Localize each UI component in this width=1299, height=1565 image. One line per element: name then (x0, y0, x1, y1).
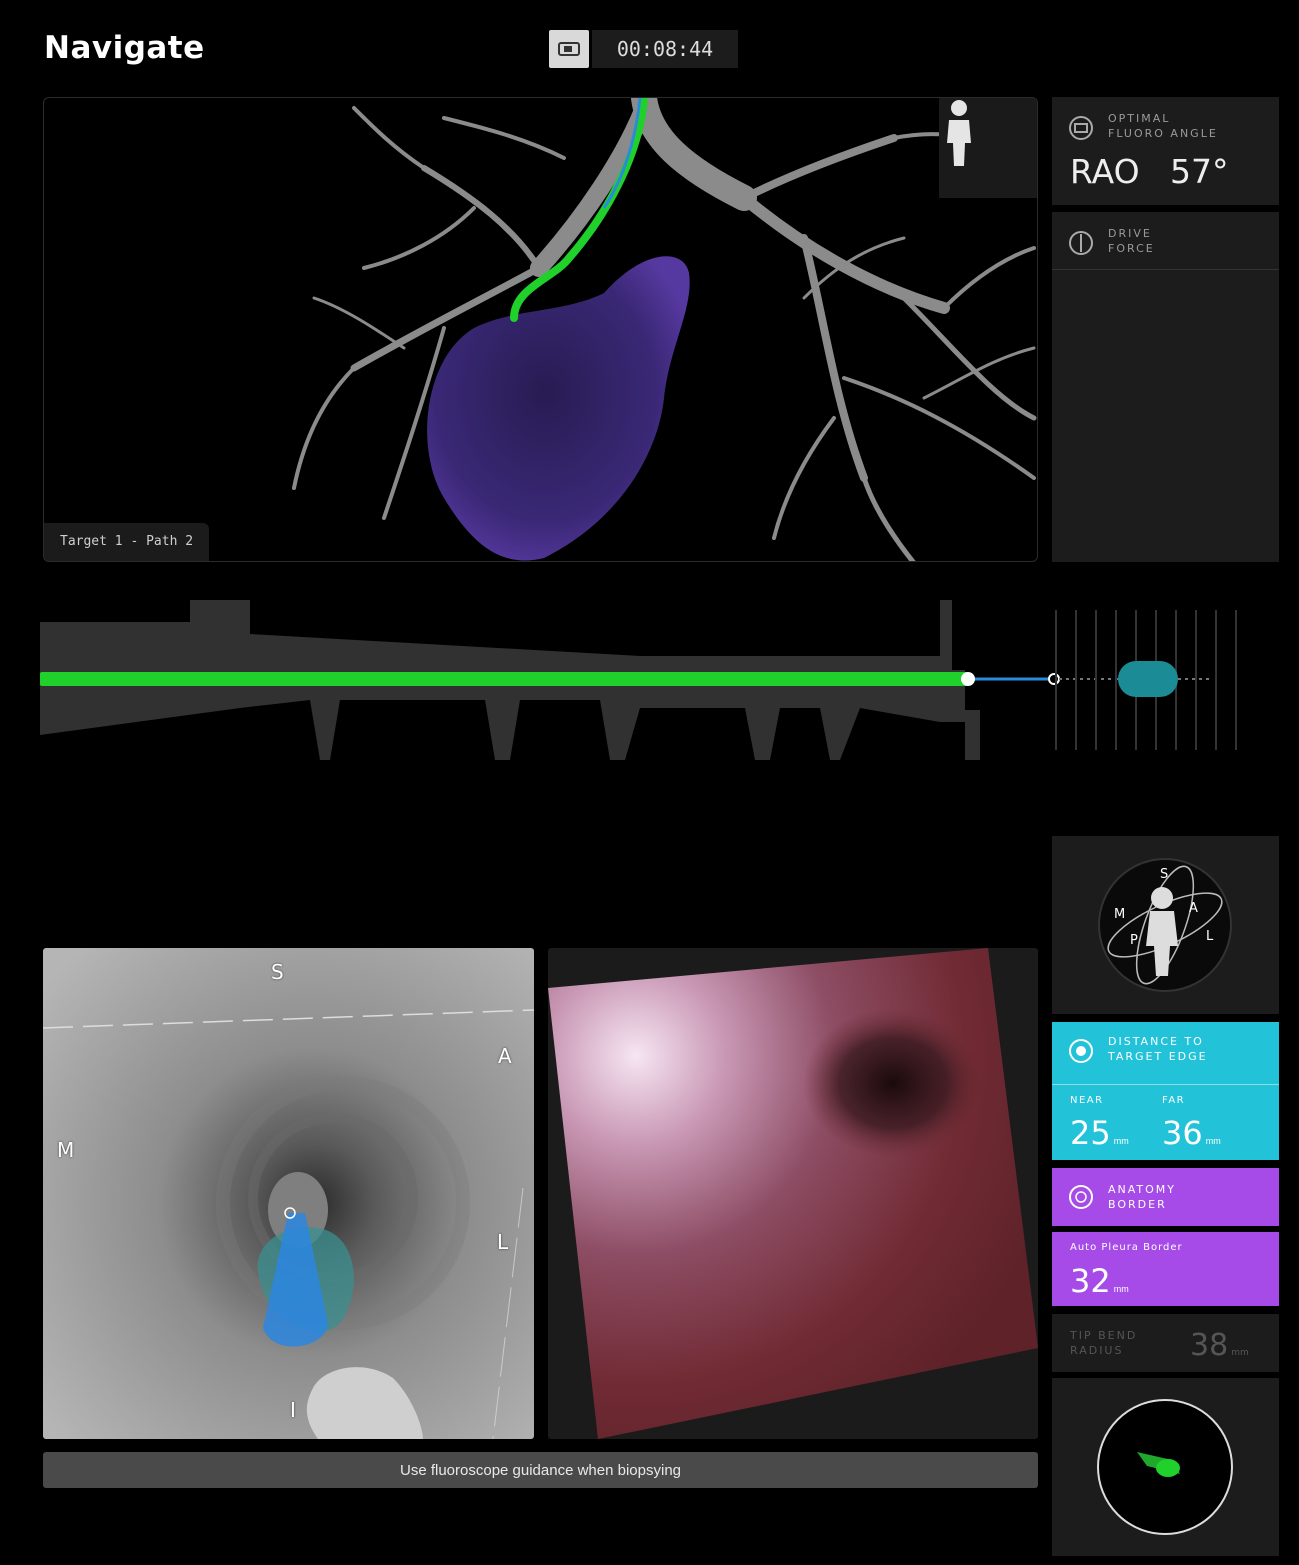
bronchoscope-camera-view[interactable] (548, 948, 1038, 1439)
virtual-airway-render (43, 948, 534, 1439)
fluoro-angle-value: 57° (1170, 152, 1229, 191)
pleura-value: 32 mm (1070, 1262, 1129, 1300)
record-button[interactable] (549, 30, 589, 68)
tip-title: TIP BEND RADIUS (1070, 1329, 1138, 1357)
fluoro-angle-panel: OPTIMAL FLUORO ANGLE RAO 57° (1052, 97, 1279, 205)
airway-3d-viewer[interactable]: Target 1 - Path 2 (43, 97, 1038, 562)
airway-tree-render (292, 98, 1037, 561)
dir-label-superior: S (271, 960, 284, 984)
dir-label-medial: M (57, 1138, 75, 1162)
orientation-globe-panel[interactable]: S A M P L (1052, 836, 1279, 1014)
fluoro-icon (1069, 116, 1093, 140)
globe-label-a: A (1189, 901, 1198, 916)
near-value: 25 mm (1070, 1114, 1129, 1152)
page-title: Navigate (44, 30, 205, 66)
guidance-banner: Use fluoroscope guidance when biopsying (43, 1452, 1038, 1488)
scope-tip-render (1097, 1399, 1233, 1535)
camera-feed-render (548, 948, 1038, 1439)
drive-force-title: DRIVE FORCE (1108, 227, 1155, 255)
globe-label-m: M (1114, 907, 1125, 922)
scope-tip-panel (1052, 1378, 1279, 1556)
target-icon (1069, 1039, 1093, 1063)
globe-label-s: S (1160, 867, 1168, 882)
drive-force-panel: DRIVE FORCE (1052, 212, 1279, 562)
tip-bend-radius-panel: TIP BEND RADIUS 38 mm (1052, 1314, 1279, 1372)
person-icon (947, 100, 971, 166)
distance-to-target-panel: DISTANCE TO TARGET EDGE NEAR 25 mm FAR 36… (1052, 1022, 1279, 1160)
virtual-endoscopy-view[interactable]: S A M L I (43, 948, 534, 1439)
dir-label-inferior: I (290, 1398, 296, 1422)
linear-path-view[interactable] (40, 600, 1250, 760)
pleura-border-panel: Auto Pleura Border 32 mm (1052, 1232, 1279, 1306)
dir-label-lateral: L (497, 1230, 509, 1254)
near-label: NEAR (1070, 1095, 1104, 1106)
tip-value: 38 mm (1190, 1328, 1249, 1363)
camera-icon (558, 42, 580, 56)
anatomy-border-panel: ANATOMY BORDER (1052, 1168, 1279, 1226)
fluoro-angle-title: OPTIMAL FLUORO ANGLE (1108, 112, 1218, 140)
pleura-label: Auto Pleura Border (1070, 1242, 1183, 1253)
anatomy-icon (1069, 1185, 1093, 1209)
globe-label-l: L (1206, 929, 1214, 944)
far-label: FAR (1162, 1095, 1186, 1106)
orientation-globe-icon: S A M P L (1098, 858, 1232, 992)
procedure-timer: 00:08:44 (592, 30, 738, 68)
drive-force-icon (1069, 231, 1093, 255)
anatomy-title: ANATOMY BORDER (1108, 1183, 1177, 1211)
path-label: Target 1 - Path 2 (44, 523, 210, 561)
distance-title: DISTANCE TO TARGET EDGE (1108, 1035, 1208, 1063)
dir-label-anterior: A (498, 1044, 512, 1068)
globe-label-p: P (1130, 933, 1138, 948)
body-orientation-button[interactable] (939, 98, 1037, 198)
fluoro-direction: RAO (1070, 152, 1140, 191)
far-value: 36 mm (1162, 1114, 1221, 1152)
